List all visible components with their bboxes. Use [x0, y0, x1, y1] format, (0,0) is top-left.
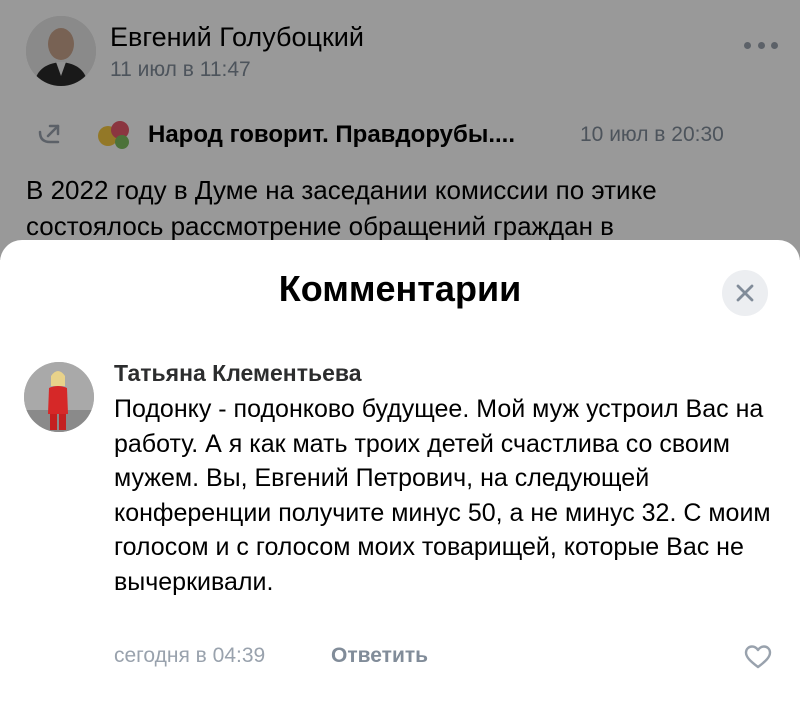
close-icon: [736, 284, 754, 302]
close-button[interactable]: [722, 270, 768, 316]
comments-sheet: Комментарии Татьяна Клементьева Подонку …: [0, 240, 800, 702]
comment-author-name[interactable]: Татьяна Клементьева: [114, 360, 362, 387]
sheet-title: Комментарии: [278, 268, 522, 309]
modal-overlay[interactable]: [0, 0, 800, 260]
like-button[interactable]: [744, 644, 772, 670]
heart-icon: [744, 645, 772, 669]
comment-time: сегодня в 04:39: [114, 644, 266, 667]
comment-author-avatar[interactable]: [24, 362, 94, 432]
reply-button[interactable]: Ответить: [331, 644, 428, 668]
comment-text: Подонку - подонково будущее. Мой муж уст…: [114, 395, 771, 596]
